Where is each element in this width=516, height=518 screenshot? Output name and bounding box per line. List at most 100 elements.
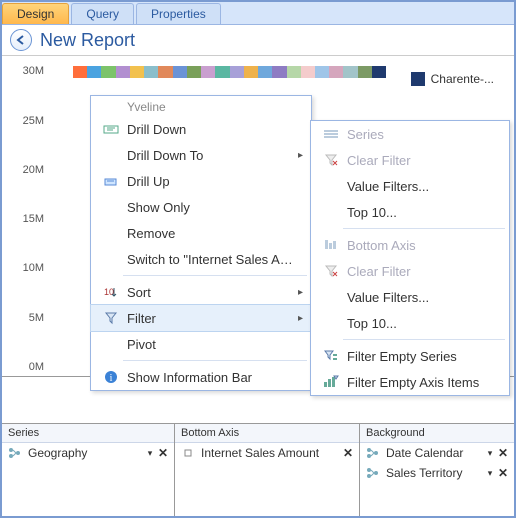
y-tick: 0M bbox=[29, 361, 44, 373]
panel-header: Bottom Axis bbox=[175, 424, 359, 443]
filter-axis-icon bbox=[319, 376, 343, 388]
menu-label: Top 10... bbox=[347, 316, 501, 331]
menu-label: Drill Down To bbox=[127, 148, 292, 163]
panel-series: Series Geography ▾ ✕ bbox=[2, 424, 175, 516]
field-row[interactable]: Date Calendar ▾ ✕ bbox=[360, 443, 514, 463]
field-panels: Series Geography ▾ ✕ Bottom Axis Interne… bbox=[2, 423, 514, 516]
menu-label: Show Only bbox=[127, 200, 303, 215]
field-dropdown-icon[interactable]: ▾ bbox=[144, 448, 156, 459]
legend: Charente-... bbox=[411, 72, 494, 86]
drill-down-icon bbox=[99, 124, 123, 134]
menu-show-info-bar[interactable]: i Show Information Bar bbox=[91, 364, 311, 390]
menu-label: Pivot bbox=[127, 337, 303, 352]
menu-separator bbox=[343, 339, 505, 340]
series-icon bbox=[319, 129, 343, 139]
submenu-series-header: Series bbox=[311, 121, 509, 147]
legend-swatch bbox=[411, 72, 425, 86]
submenu-filter-empty-series[interactable]: Filter Empty Series bbox=[311, 343, 509, 369]
submenu-top10-series[interactable]: Top 10... bbox=[311, 199, 509, 225]
menu-remove[interactable]: Remove bbox=[91, 220, 311, 246]
menu-separator bbox=[123, 275, 307, 276]
menu-label: Bottom Axis bbox=[347, 238, 501, 253]
submenu-arrow-icon: ▸ bbox=[298, 150, 303, 161]
menu-label: Show Information Bar bbox=[127, 370, 303, 385]
menu-sort[interactable]: 10 Sort ▸ bbox=[91, 279, 311, 305]
submenu-top10-bottom[interactable]: Top 10... bbox=[311, 310, 509, 336]
field-label: Internet Sales Amount bbox=[197, 446, 341, 460]
title-bar: New Report bbox=[2, 25, 514, 56]
menu-pivot[interactable]: Pivot bbox=[91, 331, 311, 357]
sort-icon: 10 bbox=[99, 286, 123, 298]
clear-filter-icon bbox=[319, 265, 343, 277]
menu-switch-to[interactable]: Switch to "Internet Sales Am..." bbox=[91, 246, 311, 272]
field-remove-icon[interactable]: ✕ bbox=[341, 446, 355, 460]
tab-properties[interactable]: Properties bbox=[136, 3, 221, 24]
page-title: New Report bbox=[40, 30, 135, 51]
submenu-arrow-icon: ▸ bbox=[298, 287, 303, 298]
submenu-clear-filter-series[interactable]: Clear Filter bbox=[311, 147, 509, 173]
hierarchy-icon bbox=[364, 447, 382, 459]
field-label: Geography bbox=[24, 446, 144, 460]
menu-label: Top 10... bbox=[347, 205, 501, 220]
menu-label: Value Filters... bbox=[347, 290, 501, 305]
menu-label: Drill Up bbox=[127, 174, 303, 189]
submenu-clear-filter-bottom[interactable]: Clear Filter bbox=[311, 258, 509, 284]
field-remove-icon[interactable]: ✕ bbox=[156, 446, 170, 460]
menu-label: Clear Filter bbox=[347, 264, 501, 279]
menu-filter[interactable]: Filter ▸ bbox=[91, 305, 311, 331]
tab-design[interactable]: Design bbox=[2, 3, 69, 24]
context-menu: Yveline Drill Down Drill Down To ▸ Drill… bbox=[90, 95, 312, 391]
legend-label: Charente-... bbox=[431, 72, 494, 86]
menu-label: Sort bbox=[127, 285, 292, 300]
menu-label: Filter Empty Axis Items bbox=[347, 375, 501, 390]
submenu-filter-empty-axis[interactable]: Filter Empty Axis Items bbox=[311, 369, 509, 395]
field-row[interactable]: Geography ▾ ✕ bbox=[2, 443, 174, 463]
back-arrow-icon bbox=[16, 35, 26, 45]
y-tick: 20M bbox=[23, 164, 44, 176]
y-tick: 30M bbox=[23, 65, 44, 77]
axis-icon bbox=[319, 239, 343, 251]
submenu-value-filters-bottom[interactable]: Value Filters... bbox=[311, 284, 509, 310]
y-tick: 15M bbox=[23, 213, 44, 225]
panel-bottom-axis: Bottom Axis Internet Sales Amount ✕ bbox=[175, 424, 360, 516]
submenu-value-filters-series[interactable]: Value Filters... bbox=[311, 173, 509, 199]
svg-text:i: i bbox=[110, 373, 113, 384]
menu-label: Clear Filter bbox=[347, 153, 501, 168]
panel-header: Background bbox=[360, 424, 514, 443]
y-axis: 30M 25M 20M 15M 10M 5M 0M bbox=[2, 62, 48, 370]
y-tick: 5M bbox=[29, 312, 44, 324]
field-remove-icon[interactable]: ✕ bbox=[496, 446, 510, 460]
panel-header: Series bbox=[2, 424, 174, 443]
field-dropdown-icon[interactable]: ▾ bbox=[484, 448, 496, 459]
back-button[interactable] bbox=[10, 29, 32, 51]
tab-bar: Design Query Properties bbox=[2, 2, 514, 25]
hierarchy-icon bbox=[6, 447, 24, 459]
y-tick: 25M bbox=[23, 115, 44, 127]
field-label: Sales Territory bbox=[382, 466, 484, 480]
hierarchy-icon bbox=[364, 467, 382, 479]
menu-label: Filter Empty Series bbox=[347, 349, 501, 364]
clear-filter-icon bbox=[319, 154, 343, 166]
svg-text:10: 10 bbox=[104, 287, 114, 297]
field-row[interactable]: Internet Sales Amount ✕ bbox=[175, 443, 359, 463]
drill-up-icon bbox=[99, 176, 123, 186]
tab-query[interactable]: Query bbox=[71, 3, 134, 24]
panel-background: Background Date Calendar ▾ ✕ Sales Terri… bbox=[360, 424, 514, 516]
menu-drill-down-to[interactable]: Drill Down To ▸ bbox=[91, 142, 311, 168]
menu-drill-down[interactable]: Drill Down bbox=[91, 116, 311, 142]
filter-icon bbox=[99, 312, 123, 324]
filter-submenu: Series Clear Filter Value Filters... Top… bbox=[310, 120, 510, 396]
field-row[interactable]: Sales Territory ▾ ✕ bbox=[360, 463, 514, 483]
menu-drill-up[interactable]: Drill Up bbox=[91, 168, 311, 194]
menu-show-only[interactable]: Show Only bbox=[91, 194, 311, 220]
menu-label: Drill Down bbox=[127, 122, 303, 137]
field-remove-icon[interactable]: ✕ bbox=[496, 466, 510, 480]
menu-label: Series bbox=[347, 127, 501, 142]
field-label: Date Calendar bbox=[382, 446, 484, 460]
menu-separator bbox=[343, 228, 505, 229]
menu-separator bbox=[123, 360, 307, 361]
bar-strip bbox=[73, 66, 386, 78]
menu-label: Value Filters... bbox=[347, 179, 501, 194]
menu-label: Switch to "Internet Sales Am..." bbox=[127, 252, 303, 267]
field-dropdown-icon[interactable]: ▾ bbox=[484, 468, 496, 479]
